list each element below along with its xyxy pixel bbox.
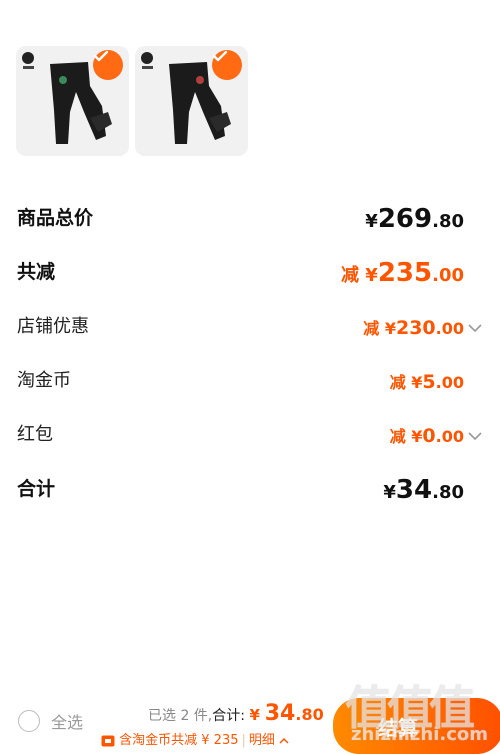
row-value: ¥269.80	[365, 204, 464, 234]
selected-checkmark[interactable]	[212, 50, 242, 80]
select-all-label[interactable]: 全选	[51, 709, 83, 733]
row-label: 合计	[17, 478, 56, 500]
row-label: 淘金币	[17, 370, 71, 391]
discount-note: 含淘金币共减 ¥ 235	[119, 733, 239, 748]
row-value: 减 ¥235.00	[341, 258, 464, 288]
row-label: 商品总价	[17, 207, 94, 229]
row-label: 红包	[17, 424, 53, 445]
chevron-down-icon[interactable]	[466, 319, 484, 337]
radio-unchecked-icon[interactable]	[18, 710, 40, 732]
row-value: 减 ¥5.00	[389, 371, 464, 393]
watermark: 值值值 zhizhizhi.com	[345, 672, 495, 750]
price-row-total-discount: 共减 减 ¥235.00	[17, 258, 476, 294]
price-row-goods-total: 商品总价 ¥269.80	[17, 204, 476, 240]
price-row-taojinbi: 淘金币 减 ¥5.00	[17, 369, 476, 403]
selected-checkmark[interactable]	[93, 50, 123, 80]
total-amount: ¥ 34.80	[249, 701, 324, 726]
row-label: 共减	[17, 261, 56, 283]
discount-detail-line[interactable]: 含淘金币共减 ¥ 235 | 明细	[101, 729, 289, 748]
coupon-icon	[101, 735, 115, 746]
price-row-red-packet[interactable]: 红包 减 ¥0.00	[17, 423, 482, 457]
chevron-down-icon[interactable]	[466, 427, 484, 445]
product-thumbnail[interactable]	[135, 46, 248, 156]
total-label: 合计:	[212, 708, 245, 724]
row-label: 店铺优惠	[17, 316, 89, 337]
watermark-url: zhizhizhi.com	[351, 724, 489, 745]
selected-summary: 已选 2 件,合计: ¥ 34.80	[148, 701, 324, 726]
separator: |	[241, 733, 246, 748]
chevron-up-icon	[279, 737, 289, 744]
row-value: 减 ¥0.00	[389, 425, 464, 447]
row-value: 减 ¥230.00	[363, 317, 464, 339]
selected-count: 已选 2 件,	[148, 708, 213, 724]
detail-link[interactable]: 明细	[249, 733, 275, 748]
price-row-grand-total: 合计 ¥34.80	[17, 475, 476, 511]
row-value: ¥34.80	[383, 475, 464, 505]
price-row-shop-discount[interactable]: 店铺优惠 减 ¥230.00	[17, 315, 482, 349]
product-thumbnail[interactable]	[16, 46, 129, 156]
checkmark-icon	[93, 50, 109, 62]
checkmark-icon	[212, 50, 228, 62]
